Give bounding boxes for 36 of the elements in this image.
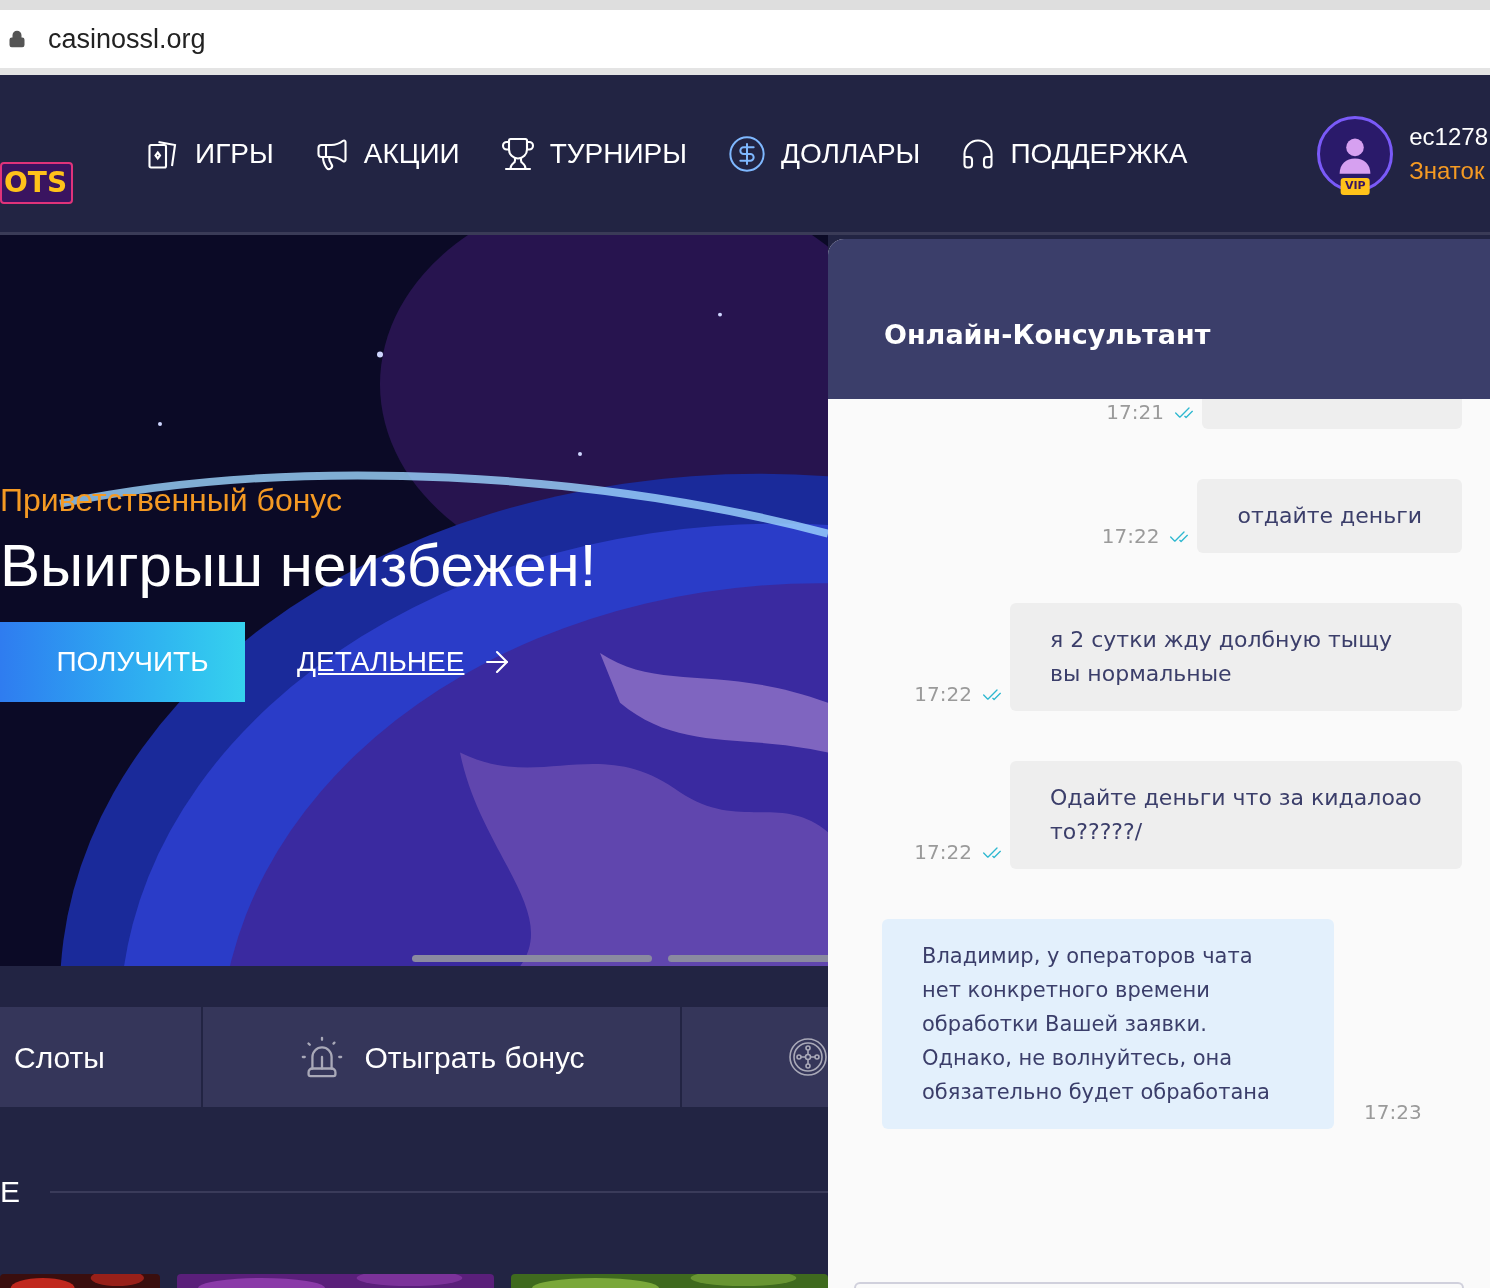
message-text: Одайте деньги что за кидалоао то?????/: [1050, 785, 1422, 844]
message-text: я 2 сутки жду долбную тыщу вы нормальные: [1050, 627, 1392, 686]
vip-badge: VIP: [1340, 178, 1370, 195]
nav-link[interactable]: ДОЛЛАРЫ: [727, 132, 921, 175]
nav-link[interactable]: ИГРЫ: [145, 132, 274, 175]
message-time: 17:22: [914, 681, 972, 708]
lock-icon: [8, 30, 26, 48]
message-time: 17:22: [1101, 523, 1160, 550]
details-link[interactable]: ДЕТАЛЬНЕЕ: [297, 641, 515, 683]
hero-title: Выигрыш неизбежен!: [0, 531, 598, 601]
address-bar[interactable]: casinossl.org: [0, 10, 1490, 75]
message-time: 17:22: [914, 839, 972, 866]
chat-title: Онлайн-Консультант: [884, 317, 1211, 352]
message-time: 17:21: [1106, 399, 1164, 426]
message-time: 17:23: [1364, 1099, 1422, 1126]
category-tab[interactable]: Слоты: [0, 1007, 202, 1107]
avatar[interactable]: VIP: [1317, 115, 1394, 192]
dollar-icon: [727, 133, 768, 174]
nav-link[interactable]: ПОДДЕРЖКА: [960, 132, 1188, 175]
message-text: отдайте деньги: [1237, 503, 1422, 528]
category-tab[interactable]: [682, 1007, 828, 1107]
section-title: Е: [0, 1174, 20, 1210]
wheel-icon: [788, 1037, 828, 1078]
slider-indicator[interactable]: [668, 955, 828, 963]
nav-link[interactable]: ТУРНИРЫ: [499, 132, 688, 175]
hero-subtitle: Приветственный бонус: [0, 481, 343, 520]
nav-link[interactable]: АКЦИИ: [313, 132, 460, 175]
slider-indicator[interactable]: [412, 955, 652, 963]
username: ec1278: [1409, 121, 1488, 152]
message-text: Владимир, у операторов чата нет конкретного времени обработки Вашей заявки. Однако, не волнуйтесь, она обязательно будет обработана: [922, 944, 1270, 1104]
logo[interactable]: OTS: [0, 162, 74, 204]
message-input[interactable]: [854, 1282, 1464, 1288]
trophy-icon: [499, 135, 536, 172]
url-text: casinossl.org: [48, 22, 206, 56]
user-rank: Знаток: [1409, 155, 1486, 186]
category-tab[interactable]: Отыграть бонус: [203, 1007, 680, 1107]
